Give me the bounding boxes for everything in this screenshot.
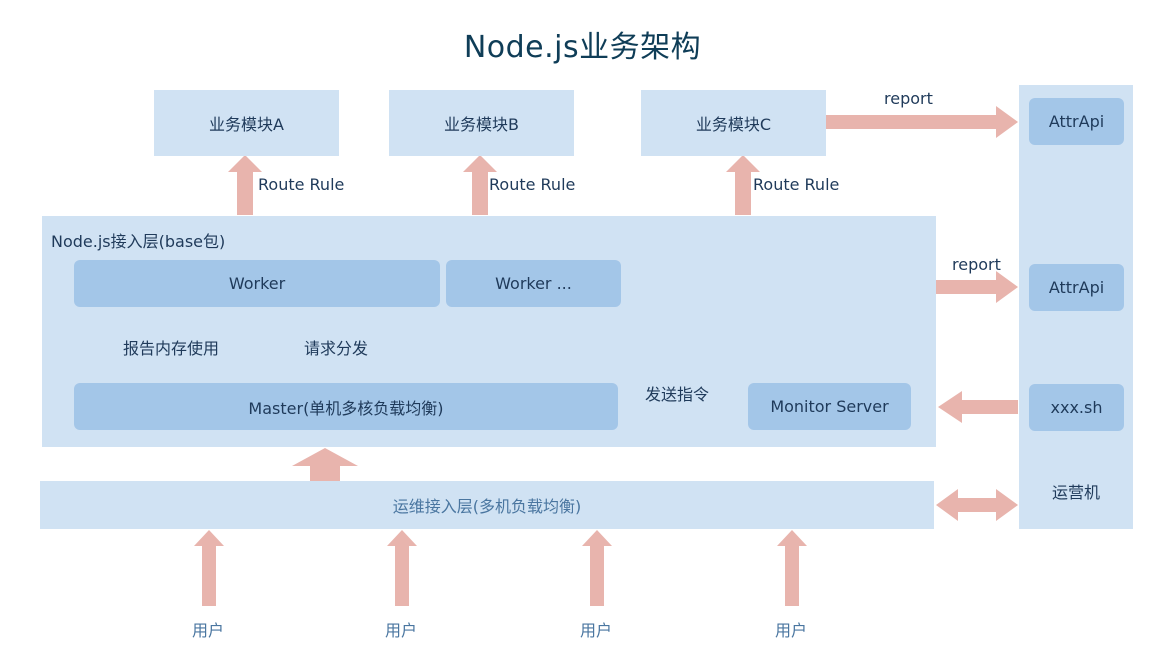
ops-to-access-arrow <box>292 448 358 482</box>
module-b-box: 业务模块B <box>389 90 574 156</box>
module-a-box: 业务模块A <box>154 90 339 156</box>
user-label-2: 用户 <box>385 621 418 640</box>
user-label-3: 用户 <box>580 621 613 640</box>
attr-api-mid-box: AttrApi <box>1029 264 1124 311</box>
double-arrow-ops <box>936 489 1018 521</box>
user-label-4: 用户 <box>775 621 808 640</box>
route-arrow-a <box>228 155 262 215</box>
master-box: Master(单机多核负载均衡) <box>74 383 618 430</box>
user-arrow-1 <box>194 530 224 606</box>
route-rule-label-b: Route Rule <box>489 175 576 194</box>
report-memory-label: 报告内存使用 <box>123 339 220 358</box>
worker-more-label: Worker ... <box>495 274 572 293</box>
user-arrow-4 <box>777 530 807 606</box>
dispatch-request-label: 请求分发 <box>304 339 369 358</box>
ops-access-layer-box: 运维接入层(多机负载均衡) <box>40 481 934 529</box>
report-label-mid: report <box>952 255 1001 274</box>
ops-machine-label: 运营机 <box>1051 483 1100 502</box>
report-arrow-top <box>826 106 1018 138</box>
script-label: xxx.sh <box>1050 398 1103 417</box>
attr-api-top-label: AttrApi <box>1048 112 1105 131</box>
report-arrow-mid <box>936 271 1018 303</box>
worker-label: Worker <box>228 274 286 293</box>
master-label: Master(单机多核负载均衡) <box>248 398 444 418</box>
monitor-server-box: Monitor Server <box>748 383 911 430</box>
report-label-top: report <box>884 89 933 108</box>
worker-box: Worker <box>74 260 440 307</box>
ops-access-layer-label: 运维接入层(多机负载均衡) <box>392 497 582 516</box>
user-arrow-2 <box>387 530 417 606</box>
attr-api-top-box: AttrApi <box>1029 98 1124 145</box>
script-box: xxx.sh <box>1029 384 1124 431</box>
user-arrow-3 <box>582 530 612 606</box>
route-rule-label-c: Route Rule <box>753 175 840 194</box>
route-rule-label-a: Route Rule <box>258 175 345 194</box>
module-c-box: 业务模块C <box>641 90 826 156</box>
attr-api-mid-label: AttrApi <box>1048 278 1105 297</box>
module-c-label: 业务模块C <box>695 115 772 134</box>
access-layer-label: Node.js接入层(base包) <box>51 232 226 251</box>
module-a-label: 业务模块A <box>209 115 284 134</box>
worker-more-box: Worker ... <box>446 260 621 307</box>
user-label-1: 用户 <box>192 621 225 640</box>
module-b-label: 业务模块B <box>444 115 519 134</box>
send-command-label: 发送指令 <box>645 385 710 404</box>
monitor-server-label: Monitor Server <box>770 397 889 416</box>
command-arrow-ops <box>938 391 1018 423</box>
